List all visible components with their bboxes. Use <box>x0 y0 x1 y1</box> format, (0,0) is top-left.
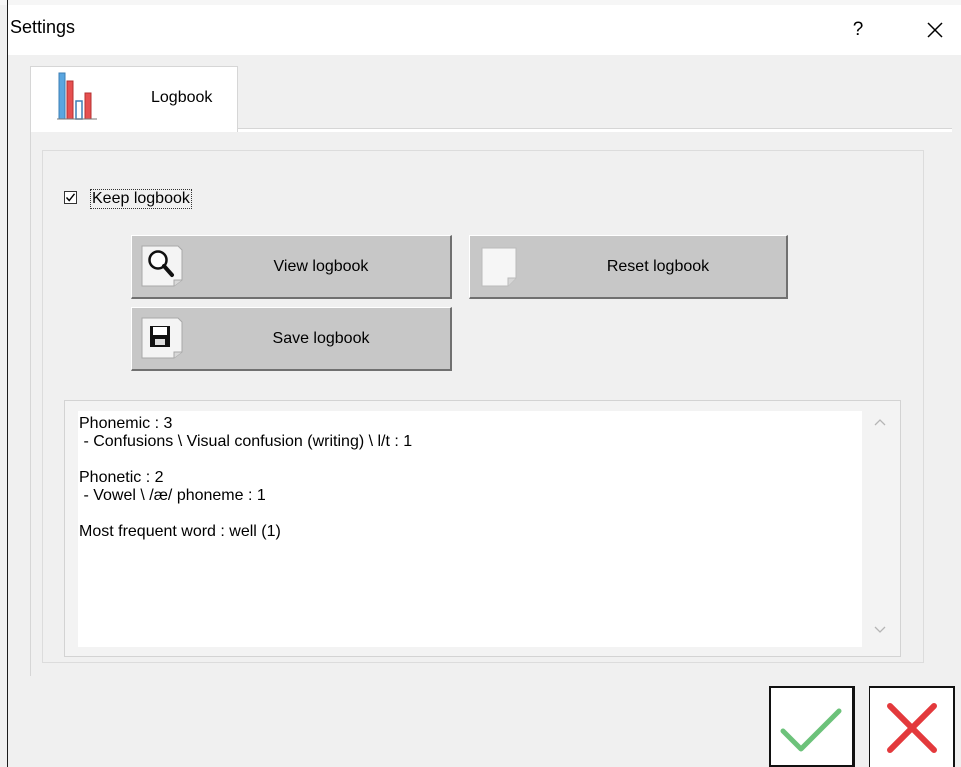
log-line: Most frequent word : well (1) <box>79 523 281 540</box>
view-logbook-label: View logbook <box>273 257 369 275</box>
tab-logbook-label: Logbook <box>151 89 213 106</box>
chevron-down-icon <box>874 626 886 633</box>
view-logbook-button[interactable]: View logbook <box>131 235 452 299</box>
logbook-text-area[interactable]: Phonemic : 3 - Confusions \ Visual confu… <box>64 400 901 657</box>
scroll-down-button[interactable] <box>865 621 895 639</box>
bar-chart-icon <box>55 71 101 126</box>
reset-logbook-label: Reset logbook <box>606 257 710 275</box>
cancel-button[interactable] <box>869 686 955 767</box>
log-line: Phonemic : 3 <box>79 415 173 432</box>
tab-logbook[interactable]: Logbook <box>30 66 238 132</box>
floppy-disk-icon <box>138 314 186 362</box>
window-left-border <box>7 0 8 767</box>
reset-logbook-button[interactable]: Reset logbook <box>469 235 788 299</box>
log-line: - Vowel \ /æ/ phoneme : 1 <box>79 487 266 504</box>
title-bar: Settings ? <box>8 5 961 55</box>
log-line: Phonetic : 2 <box>79 469 164 486</box>
checkmark-icon <box>65 193 76 202</box>
help-button[interactable]: ? <box>843 15 873 45</box>
checkbox-box[interactable] <box>64 191 77 204</box>
tab-strip <box>237 128 952 132</box>
scroll-up-button[interactable] <box>865 413 895 431</box>
chevron-up-icon <box>874 419 886 426</box>
x-icon <box>887 703 937 753</box>
save-logbook-label: Save logbook <box>272 329 370 347</box>
logbook-text[interactable]: Phonemic : 3 - Confusions \ Visual confu… <box>78 411 862 647</box>
save-logbook-button[interactable]: Save logbook <box>131 307 452 371</box>
log-line: - Confusions \ Visual confusion (writing… <box>79 433 413 450</box>
blank-page-icon <box>476 242 524 290</box>
settings-dialog: Settings ? Logbook Keep logbook View log… <box>0 0 961 767</box>
magnifier-icon <box>138 242 186 290</box>
keep-logbook-label[interactable]: Keep logbook <box>90 189 192 209</box>
close-button[interactable] <box>915 13 955 47</box>
ok-button[interactable] <box>769 686 855 767</box>
window-title: Settings <box>10 17 76 37</box>
close-icon <box>927 22 943 38</box>
check-icon <box>780 708 842 752</box>
